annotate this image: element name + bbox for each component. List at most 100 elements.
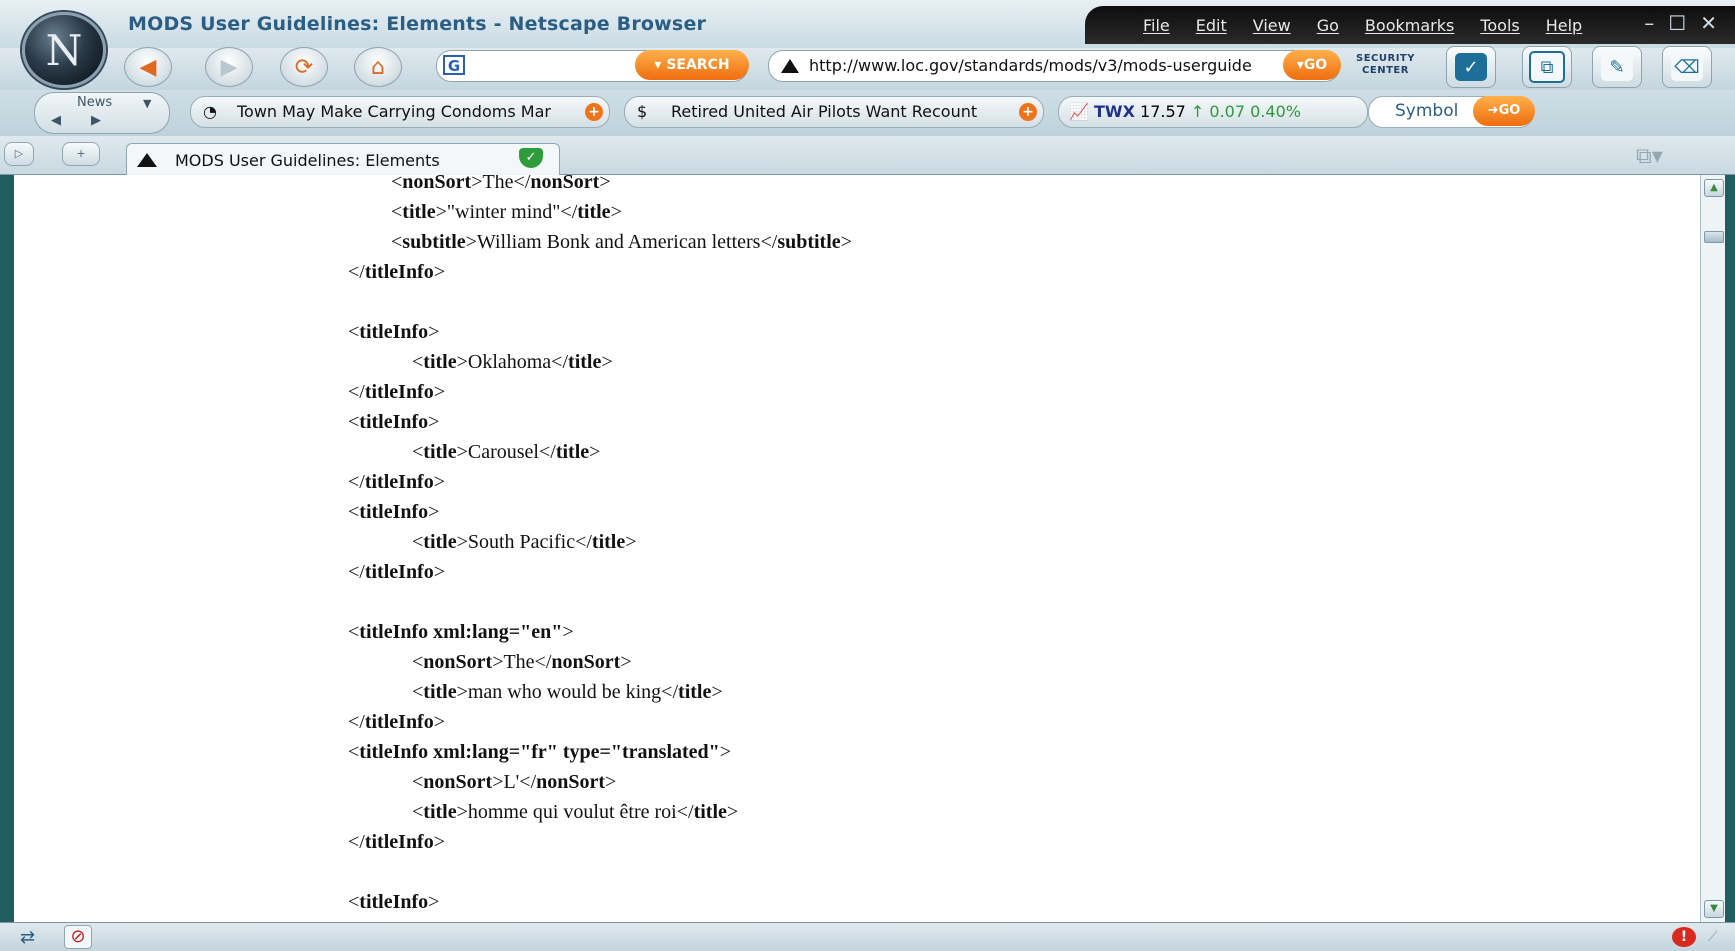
menu-edit[interactable]: Edit (1196, 16, 1227, 35)
expand-plus-icon[interactable]: + (1019, 103, 1037, 121)
menu-go[interactable]: Go (1317, 16, 1339, 35)
vertical-scrollbar[interactable]: ▲ ▼ (1700, 175, 1725, 922)
xml-text: > (428, 411, 440, 433)
tab-list-icon[interactable]: ⧉▾ (1636, 144, 1696, 170)
xml-text: > (719, 741, 732, 763)
news-dropdown-icon[interactable]: ▼ (143, 97, 151, 110)
close-button[interactable]: ✕ (1700, 11, 1717, 35)
search-button-label: SEARCH (666, 57, 730, 73)
search-button[interactable]: ▾ SEARCH (635, 50, 749, 80)
xml-text: < (412, 801, 424, 823)
xml-tag-name: subtitle (777, 231, 841, 253)
menu-help[interactable]: Help (1546, 16, 1582, 35)
security-center-button[interactable]: ✓ (1446, 46, 1496, 88)
dropdown-arrow-icon: ▾ (654, 57, 667, 73)
shield-check-icon: ✓ (1455, 53, 1487, 81)
scroll-thumb[interactable] (1704, 231, 1724, 243)
security-label-line1: SECURITY (1356, 53, 1415, 64)
menu-file[interactable]: File (1143, 16, 1170, 35)
headline-1[interactable]: Town May Make Carrying Condoms Mar (237, 97, 551, 127)
xml-text: >The</ (471, 175, 531, 193)
xml-text: > (711, 681, 723, 703)
browser-window: MODS User Guidelines: Elements - Netscap… (0, 0, 1735, 951)
xml-text: > (599, 175, 611, 193)
home-button[interactable]: ⌂ (354, 47, 402, 87)
xml-text: >Carousel</ (456, 441, 556, 463)
xml-text: > (589, 441, 601, 463)
maximize-button[interactable]: ☐ (1668, 11, 1686, 35)
netscape-logo-icon[interactable]: N (22, 12, 106, 88)
code-line: </titleInfo> (348, 561, 445, 584)
xml-tag-name: titleInfo xml:lang="en" (359, 621, 563, 643)
xml-text: < (348, 621, 360, 643)
xml-text: < (412, 531, 424, 553)
back-button[interactable]: ◀ (124, 47, 172, 87)
site-icon (137, 153, 157, 167)
xml-tag-name: title (423, 531, 457, 553)
url-field[interactable]: http://www.loc.gov/standards/mods/v3/mod… (809, 56, 1289, 75)
alert-icon[interactable]: ! (1672, 927, 1696, 947)
news-nav-arrows-icon[interactable]: ◀▶ (51, 113, 131, 128)
stock-symbol: TWX (1094, 102, 1135, 121)
code-line: <nonSort>The</nonSort> (391, 175, 611, 194)
xml-tag-name: titleInfo (359, 501, 429, 523)
stock-ticker[interactable]: 📈 TWX 17.57 ↑ 0.07 0.40% (1058, 96, 1368, 128)
xml-text: >L'</ (492, 771, 537, 793)
go-button[interactable]: ▾GO (1283, 50, 1341, 80)
xml-tag-name: title (423, 351, 457, 373)
xml-tag-name: title (577, 201, 611, 223)
code-line: <title>Oklahoma</title> (412, 351, 613, 374)
site-controls-icon[interactable]: ⊘ (64, 925, 92, 949)
minimize-button[interactable]: – (1644, 11, 1654, 35)
symbol-go-button[interactable]: ➜GO (1473, 96, 1535, 126)
xml-tag-name: title (423, 441, 457, 463)
tab-sidebar-toggle-icon[interactable]: ▷ (4, 142, 34, 166)
xml-text: > (625, 531, 637, 553)
scroll-up-icon[interactable]: ▲ (1704, 179, 1724, 197)
xml-tag-name: titleInfo (364, 381, 434, 403)
new-tab-icon[interactable]: + (62, 142, 100, 166)
xml-text: > (840, 231, 852, 253)
search-box[interactable]: G ▾ SEARCH (436, 50, 749, 82)
window-tabs-button[interactable]: ⧉ (1522, 46, 1572, 88)
forward-button[interactable]: ▶ (205, 47, 253, 87)
clear-button[interactable]: ⌫ (1662, 46, 1712, 88)
xml-text: > (601, 351, 613, 373)
stock-price: 17.57 (1140, 102, 1186, 121)
symbol-placeholder[interactable]: Symbol (1395, 101, 1458, 121)
xml-text: > (428, 891, 440, 913)
news-ticker-1[interactable]: ◔ Town May Make Carrying Condoms Mar + (190, 96, 610, 128)
code-line: <titleInfo> (348, 411, 439, 434)
expand-plus-icon[interactable]: + (585, 103, 603, 121)
code-line: </titleInfo> (348, 381, 445, 404)
symbol-input[interactable]: Symbol ➜GO (1368, 96, 1535, 128)
address-bar[interactable]: http://www.loc.gov/standards/mods/v3/mod… (768, 50, 1341, 82)
reload-button[interactable]: ⟳ (280, 47, 328, 87)
xml-text: < (412, 681, 424, 703)
xml-tag-name: nonSort (536, 771, 606, 793)
xml-text: < (391, 175, 403, 193)
network-status-icon[interactable]: ⇄ (20, 927, 35, 948)
headline-2[interactable]: Retired United Air Pilots Want Recount (671, 97, 977, 127)
xml-text: > (605, 771, 617, 793)
stock-chart-icon: 📈 (1069, 102, 1089, 121)
tab-mods-user-guidelines[interactable]: MODS User Guidelines: Elements ✓ (126, 143, 560, 175)
xml-text: > (428, 501, 440, 523)
symbol-go-label: GO (1498, 103, 1521, 118)
resize-grip-icon[interactable]: ⟋ (1708, 929, 1718, 945)
menu-bookmarks[interactable]: Bookmarks (1365, 16, 1454, 35)
go-button-label: GO (1303, 57, 1328, 73)
xml-text: < (348, 411, 360, 433)
news-widget[interactable]: News ▼ ◀▶ (34, 92, 170, 134)
xml-text: > (433, 381, 446, 403)
scroll-down-icon[interactable]: ▼ (1704, 900, 1724, 918)
menu-tools[interactable]: Tools (1480, 16, 1519, 35)
xml-tag-name: titleInfo (364, 561, 434, 583)
xml-text: < (391, 201, 403, 223)
code-line: <title>man who would be king</title> (412, 681, 723, 704)
xml-text: > (433, 261, 446, 283)
menu-view[interactable]: View (1253, 16, 1291, 35)
edit-button[interactable]: ✎ (1592, 46, 1642, 88)
news-ticker-2[interactable]: $ Retired United Air Pilots Want Recount… (624, 96, 1044, 128)
xml-text: >homme qui voulut être roi</ (456, 801, 694, 823)
